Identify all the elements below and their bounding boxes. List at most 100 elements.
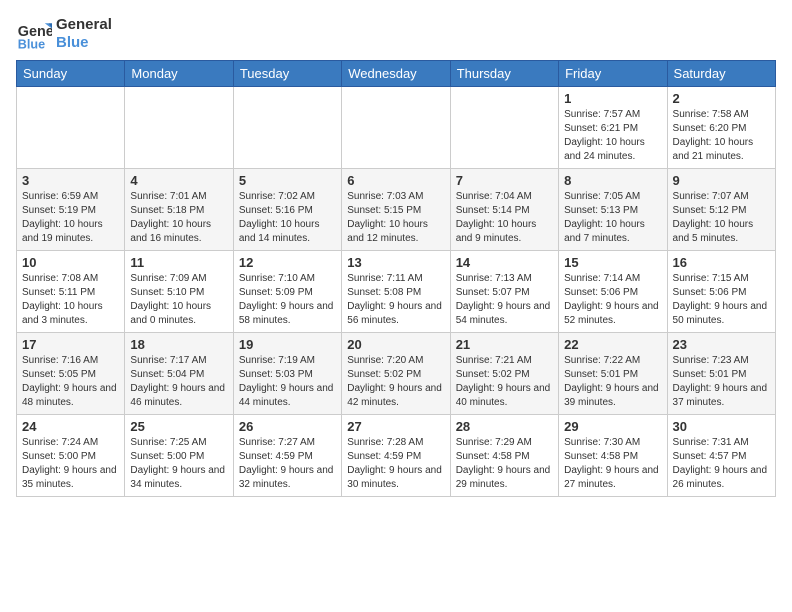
calendar-day-cell: 3 Sunrise: 6:59 AM Sunset: 5:19 PM Daylig…	[17, 169, 125, 251]
calendar-day-cell: 18 Sunrise: 7:17 AM Sunset: 5:04 PM Dayli…	[125, 333, 233, 415]
day-number: 23	[673, 337, 770, 352]
day-of-week-header: Wednesday	[342, 61, 450, 87]
day-number: 1	[564, 91, 661, 106]
calendar-day-cell: 12Sunrise: 7:10 AM Sunset: 5:09 PM Dayli…	[233, 251, 341, 333]
calendar-day-cell	[125, 87, 233, 169]
day-number: 18	[130, 337, 227, 352]
calendar-day-cell: 20 Sunrise: 7:20 AM Sunset: 5:02 PM Dayli…	[342, 333, 450, 415]
svg-text:Blue: Blue	[18, 37, 45, 51]
day-number: 16	[673, 255, 770, 270]
day-info: Sunrise: 7:07 AM Sunset: 5:12 PM Dayligh…	[673, 190, 770, 246]
day-info: Sunrise: 7:23 AM Sunset: 5:01 PM Dayligh…	[673, 354, 770, 410]
day-info: Sunrise: 7:27 AM Sunset: 4:59 PM Dayligh…	[239, 436, 336, 492]
calendar-day-cell: 28 Sunrise: 7:29 AM Sunset: 4:58 PM Dayli…	[450, 415, 558, 497]
day-info: Sunrise: 7:20 AM Sunset: 5:02 PM Dayligh…	[347, 354, 444, 410]
calendar-day-cell: 14 Sunrise: 7:13 AM Sunset: 5:07 PM Dayli…	[450, 251, 558, 333]
calendar-week-row: 17 Sunrise: 7:16 AM Sunset: 5:05 PM Dayli…	[17, 333, 776, 415]
calendar-day-cell: 29Sunrise: 7:30 AM Sunset: 4:58 PM Dayli…	[559, 415, 667, 497]
day-number: 19	[239, 337, 336, 352]
calendar-header-row: SundayMondayTuesdayWednesdayThursdayFrid…	[17, 61, 776, 87]
day-number: 4	[130, 173, 227, 188]
calendar-day-cell: 16 Sunrise: 7:15 AM Sunset: 5:06 PM Dayli…	[667, 251, 775, 333]
calendar-day-cell: 17 Sunrise: 7:16 AM Sunset: 5:05 PM Dayli…	[17, 333, 125, 415]
day-info: Sunrise: 6:59 AM Sunset: 5:19 PM Dayligh…	[22, 190, 119, 246]
calendar-day-cell: 7 Sunrise: 7:04 AM Sunset: 5:14 PM Daylig…	[450, 169, 558, 251]
calendar-week-row: 10Sunrise: 7:08 AM Sunset: 5:11 PM Dayli…	[17, 251, 776, 333]
day-number: 30	[673, 419, 770, 434]
day-number: 25	[130, 419, 227, 434]
day-number: 2	[673, 91, 770, 106]
day-info: Sunrise: 7:22 AM Sunset: 5:01 PM Dayligh…	[564, 354, 661, 410]
day-number: 14	[456, 255, 553, 270]
calendar-day-cell: 5 Sunrise: 7:02 AM Sunset: 5:16 PM Daylig…	[233, 169, 341, 251]
day-of-week-header: Monday	[125, 61, 233, 87]
day-info: Sunrise: 7:03 AM Sunset: 5:15 PM Dayligh…	[347, 190, 444, 246]
day-info: Sunrise: 7:17 AM Sunset: 5:04 PM Dayligh…	[130, 354, 227, 410]
day-info: Sunrise: 7:02 AM Sunset: 5:16 PM Dayligh…	[239, 190, 336, 246]
calendar-day-cell: 27 Sunrise: 7:28 AM Sunset: 4:59 PM Dayli…	[342, 415, 450, 497]
day-number: 10	[22, 255, 119, 270]
day-number: 7	[456, 173, 553, 188]
day-number: 22	[564, 337, 661, 352]
calendar-day-cell: 21 Sunrise: 7:21 AM Sunset: 5:02 PM Dayli…	[450, 333, 558, 415]
day-info: Sunrise: 7:11 AM Sunset: 5:08 PM Dayligh…	[347, 272, 444, 328]
calendar-day-cell: 11 Sunrise: 7:09 AM Sunset: 5:10 PM Dayli…	[125, 251, 233, 333]
day-number: 3	[22, 173, 119, 188]
calendar-day-cell: 24 Sunrise: 7:24 AM Sunset: 5:00 PM Dayli…	[17, 415, 125, 497]
calendar-day-cell: 8 Sunrise: 7:05 AM Sunset: 5:13 PM Daylig…	[559, 169, 667, 251]
day-info: Sunrise: 7:28 AM Sunset: 4:59 PM Dayligh…	[347, 436, 444, 492]
page-header: General Blue General Blue	[16, 16, 776, 52]
calendar-week-row: 3 Sunrise: 6:59 AM Sunset: 5:19 PM Daylig…	[17, 169, 776, 251]
logo: General Blue General Blue	[16, 16, 112, 52]
calendar-day-cell: 10Sunrise: 7:08 AM Sunset: 5:11 PM Dayli…	[17, 251, 125, 333]
calendar-day-cell: 1 Sunrise: 7:57 AM Sunset: 6:21 PM Daylig…	[559, 87, 667, 169]
day-number: 8	[564, 173, 661, 188]
day-info: Sunrise: 7:31 AM Sunset: 4:57 PM Dayligh…	[673, 436, 770, 492]
day-info: Sunrise: 7:13 AM Sunset: 5:07 PM Dayligh…	[456, 272, 553, 328]
calendar-day-cell	[17, 87, 125, 169]
day-info: Sunrise: 7:09 AM Sunset: 5:10 PM Dayligh…	[130, 272, 227, 328]
day-of-week-header: Saturday	[667, 61, 775, 87]
logo-icon: General Blue	[16, 16, 52, 52]
day-info: Sunrise: 7:14 AM Sunset: 5:06 PM Dayligh…	[564, 272, 661, 328]
calendar-day-cell: 25 Sunrise: 7:25 AM Sunset: 5:00 PM Dayli…	[125, 415, 233, 497]
day-of-week-header: Tuesday	[233, 61, 341, 87]
day-number: 21	[456, 337, 553, 352]
calendar-day-cell	[233, 87, 341, 169]
day-number: 29	[564, 419, 661, 434]
day-info: Sunrise: 7:21 AM Sunset: 5:02 PM Dayligh…	[456, 354, 553, 410]
day-of-week-header: Friday	[559, 61, 667, 87]
day-number: 27	[347, 419, 444, 434]
calendar-day-cell: 2 Sunrise: 7:58 AM Sunset: 6:20 PM Daylig…	[667, 87, 775, 169]
day-info: Sunrise: 7:24 AM Sunset: 5:00 PM Dayligh…	[22, 436, 119, 492]
day-number: 28	[456, 419, 553, 434]
day-info: Sunrise: 7:10 AM Sunset: 5:09 PM Dayligh…	[239, 272, 336, 328]
day-number: 15	[564, 255, 661, 270]
day-of-week-header: Thursday	[450, 61, 558, 87]
calendar-day-cell: 15 Sunrise: 7:14 AM Sunset: 5:06 PM Dayli…	[559, 251, 667, 333]
calendar-day-cell: 22 Sunrise: 7:22 AM Sunset: 5:01 PM Dayli…	[559, 333, 667, 415]
day-number: 5	[239, 173, 336, 188]
day-info: Sunrise: 7:25 AM Sunset: 5:00 PM Dayligh…	[130, 436, 227, 492]
calendar-week-row: 24 Sunrise: 7:24 AM Sunset: 5:00 PM Dayli…	[17, 415, 776, 497]
calendar-day-cell: 30 Sunrise: 7:31 AM Sunset: 4:57 PM Dayli…	[667, 415, 775, 497]
day-info: Sunrise: 7:05 AM Sunset: 5:13 PM Dayligh…	[564, 190, 661, 246]
calendar-day-cell: 13 Sunrise: 7:11 AM Sunset: 5:08 PM Dayli…	[342, 251, 450, 333]
day-info: Sunrise: 7:16 AM Sunset: 5:05 PM Dayligh…	[22, 354, 119, 410]
calendar-day-cell: 26 Sunrise: 7:27 AM Sunset: 4:59 PM Dayli…	[233, 415, 341, 497]
calendar-day-cell: 23 Sunrise: 7:23 AM Sunset: 5:01 PM Dayli…	[667, 333, 775, 415]
day-info: Sunrise: 7:15 AM Sunset: 5:06 PM Dayligh…	[673, 272, 770, 328]
day-number: 9	[673, 173, 770, 188]
calendar-day-cell: 19Sunrise: 7:19 AM Sunset: 5:03 PM Dayli…	[233, 333, 341, 415]
day-info: Sunrise: 7:29 AM Sunset: 4:58 PM Dayligh…	[456, 436, 553, 492]
day-number: 24	[22, 419, 119, 434]
day-info: Sunrise: 7:04 AM Sunset: 5:14 PM Dayligh…	[456, 190, 553, 246]
day-number: 26	[239, 419, 336, 434]
day-number: 17	[22, 337, 119, 352]
calendar-table: SundayMondayTuesdayWednesdayThursdayFrid…	[16, 60, 776, 497]
day-number: 11	[130, 255, 227, 270]
day-info: Sunrise: 7:58 AM Sunset: 6:20 PM Dayligh…	[673, 108, 770, 164]
day-number: 20	[347, 337, 444, 352]
day-number: 13	[347, 255, 444, 270]
day-info: Sunrise: 7:57 AM Sunset: 6:21 PM Dayligh…	[564, 108, 661, 164]
